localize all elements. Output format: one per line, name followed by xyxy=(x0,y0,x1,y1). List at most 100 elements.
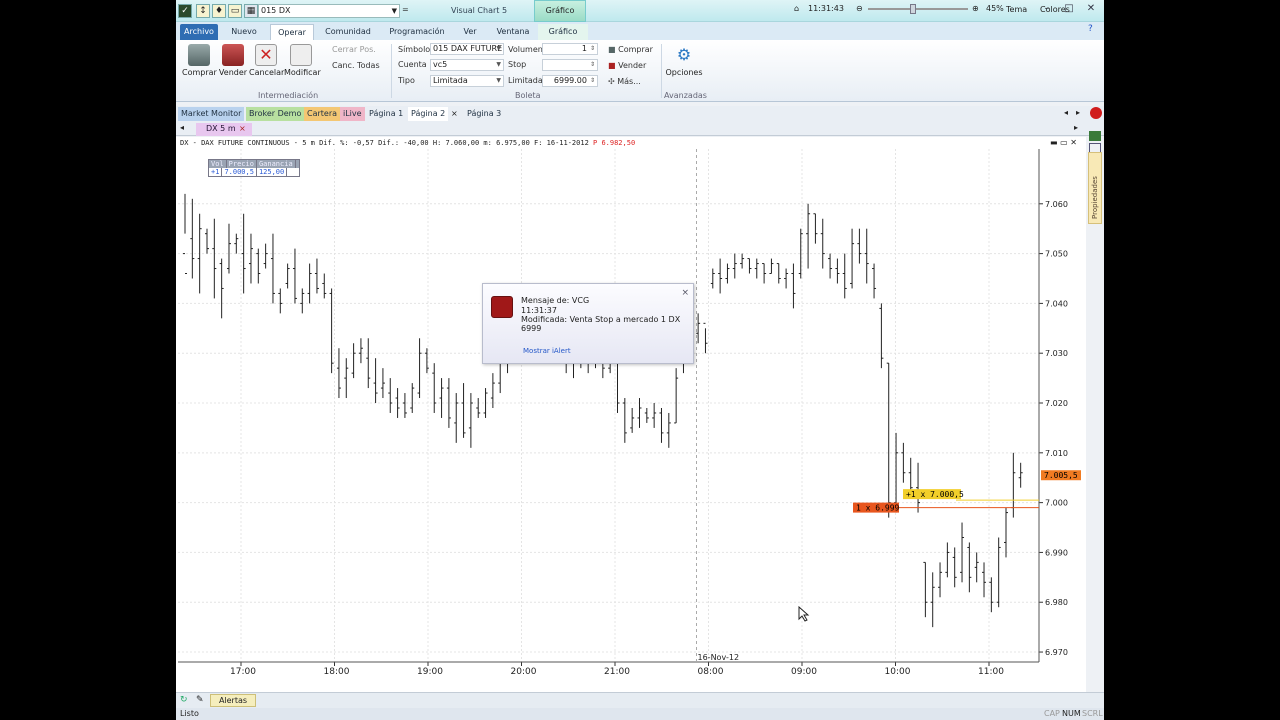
vender-button[interactable]: Vender xyxy=(216,44,250,86)
folder-icon[interactable]: ▭ xyxy=(228,4,242,18)
opciones-label: Opciones xyxy=(665,68,703,77)
vender-label: Vender xyxy=(218,68,248,77)
ws-tab-broker-demo[interactable]: Broker Demo xyxy=(246,107,305,121)
scroll-right-icon[interactable]: ▸ xyxy=(1076,108,1080,117)
close-button[interactable]: ✕ xyxy=(1080,2,1102,16)
status-text: Listo xyxy=(180,709,199,718)
chart-tabs-right-icon[interactable]: ▸ xyxy=(1074,123,1078,132)
spinner-icon[interactable]: ⇕ xyxy=(590,44,595,54)
zoom-in-icon[interactable]: ⊕ xyxy=(972,4,979,13)
last-price-tag[interactable]: 7.005,5 xyxy=(1044,471,1078,480)
simbolo-field[interactable]: 015 DAX FUTURE ▼ xyxy=(430,43,504,55)
opciones-button[interactable]: ⚙ Opciones xyxy=(664,44,704,86)
scroll-left-icon[interactable]: ◂ xyxy=(1064,108,1068,117)
more-icon: ✣ xyxy=(608,77,615,86)
tema-menu[interactable]: Tema xyxy=(1006,5,1027,14)
tab-programacion[interactable]: Programación xyxy=(384,24,450,40)
group-boleta: Boleta xyxy=(515,91,541,100)
tipo-field[interactable]: Limitada ▼ xyxy=(430,75,504,87)
ws-tab-pagina-2[interactable]: Página 2 xyxy=(408,107,449,121)
stop-field[interactable]: ⇕ xyxy=(542,59,598,71)
sell-icon: ■ xyxy=(608,61,616,70)
customize-icon[interactable]: = xyxy=(402,5,409,14)
mostrar-ialert-link[interactable]: Mostrar iAlert xyxy=(523,347,571,355)
symbol-combo[interactable]: 015 DX ▼ xyxy=(258,4,400,18)
price-chart[interactable]: 17:00 18:00 19:00 20:00 21:00 08:00 09:00 10:00… xyxy=(176,137,1086,692)
ws-tab-market-monitor[interactable]: Market Monitor xyxy=(178,107,245,121)
canc-todas-button[interactable]: Canc. Todas xyxy=(332,61,380,70)
ribbon-tabs: Archivo Nuevo Operar Comunidad Programac… xyxy=(176,4,1104,40)
ws-tab-ilive[interactable]: iLive xyxy=(340,107,365,121)
popup-close-button[interactable]: × xyxy=(681,288,689,298)
app-logo-icon[interactable]: ✓ xyxy=(178,4,192,18)
ws-tab-pagina-1[interactable]: Página 1 xyxy=(366,107,406,121)
chart-window-buttons[interactable]: ▬ ▭ ✕ xyxy=(1050,138,1077,147)
ws-tab-pagina-3[interactable]: Página 3 xyxy=(464,107,504,121)
spinner-icon[interactable]: ⇕ xyxy=(590,60,595,70)
chart-header: DX - DAX FUTURE CONTINUOUS - 5 m Dif. %:… xyxy=(180,139,635,147)
tab-ver[interactable]: Ver xyxy=(456,24,484,40)
chevron-down-icon: ▼ xyxy=(391,7,397,15)
comprar-button[interactable]: Comprar xyxy=(182,44,217,86)
sort-icon[interactable]: ↕ xyxy=(196,4,210,18)
zoom-out-icon[interactable]: ⊖ xyxy=(856,4,863,13)
ialert-popup: × Mensaje de: VCG 11:31:37 Modificada: V… xyxy=(482,283,694,364)
bulb-icon[interactable]: ♦ xyxy=(212,4,226,18)
sell-order-tag[interactable]: 1 x 6.999 xyxy=(856,504,900,513)
grid-icon[interactable]: ▦ xyxy=(244,4,258,18)
popup-time: 11:31:37 xyxy=(521,306,557,315)
close-tab-icon[interactable]: × xyxy=(451,109,458,118)
symbol-combo-value: 015 DX xyxy=(261,6,291,15)
spinner-icon[interactable]: ⇕ xyxy=(590,76,595,86)
tab-archivo[interactable]: Archivo xyxy=(180,24,218,40)
last-price-label: P xyxy=(593,139,598,147)
boleta-mas-label: Más... xyxy=(617,77,641,86)
boleta-vender-button[interactable]: ■ Vender xyxy=(608,61,646,70)
panel-pin-icon[interactable] xyxy=(1089,131,1101,141)
popup-from: Mensaje de: VCG xyxy=(521,296,590,305)
help-icon[interactable]: ? xyxy=(1088,24,1093,34)
zoom-slider[interactable] xyxy=(868,4,968,14)
position-box-header: Vol Precio Ganancia xyxy=(209,160,299,168)
boleta-mas-button[interactable]: ✣ Más... xyxy=(608,77,641,86)
modificar-label: Modificar xyxy=(284,68,321,77)
tab-ventana[interactable]: Ventana xyxy=(490,24,536,40)
chart-tabs-left-icon[interactable]: ◂ xyxy=(180,123,184,132)
chevron-down-icon: ▼ xyxy=(496,77,501,84)
modificar-button[interactable]: Modificar xyxy=(284,44,321,86)
record-icon[interactable] xyxy=(1090,107,1102,119)
cerrar-pos-button[interactable]: Cerrar Pos. xyxy=(332,45,376,54)
volumen-field[interactable]: 1 ⇕ xyxy=(542,43,598,55)
tab-grafico[interactable]: Gráfico xyxy=(538,24,588,40)
zoom-level: 45% xyxy=(986,4,1004,13)
buy-order-tag[interactable]: +1 x 7.000,5 xyxy=(906,490,964,499)
y-tick-label: 6.980 xyxy=(1045,598,1068,607)
cuenta-label: Cuenta xyxy=(398,60,427,69)
chart-canvas[interactable]: 17:00 18:00 19:00 20:00 21:00 08:00 09:00 10:00… xyxy=(176,137,1086,692)
chart-header-text: DX - DAX FUTURE CONTINUOUS - 5 m Dif. %:… xyxy=(180,139,589,147)
boleta-vender-label: Vender xyxy=(618,61,647,70)
cuenta-field[interactable]: vc5 ▼ xyxy=(430,59,504,71)
tab-comunidad[interactable]: Comunidad xyxy=(320,24,376,40)
propiedades-tab[interactable]: Propiedades xyxy=(1088,152,1102,224)
boleta-comprar-button[interactable]: ■ Comprar xyxy=(608,45,653,54)
ws-tab-cartera[interactable]: Cartera xyxy=(304,107,341,121)
bell-icon[interactable]: ✎ xyxy=(196,695,204,705)
position-ganancia: 125,00 xyxy=(257,168,288,176)
x-tick-label: 20:00 xyxy=(511,667,537,677)
position-box: Vol Precio Ganancia +1 7.000,5 125,00 xyxy=(208,159,300,177)
refresh-icon[interactable]: ↻ xyxy=(180,695,188,705)
tab-nuevo[interactable]: Nuevo xyxy=(226,24,262,40)
group-avanzadas: Avanzadas xyxy=(664,91,707,100)
x-tick-label: 11:00 xyxy=(978,667,1004,677)
chart-tab-label: DX 5 m xyxy=(206,124,236,133)
tab-operar[interactable]: Operar xyxy=(270,24,314,40)
close-chart-tab-icon[interactable]: × xyxy=(239,124,246,133)
zoom-slider-thumb[interactable] xyxy=(910,4,916,14)
cancelar-button[interactable]: ✕ Cancelar xyxy=(249,44,284,86)
colores-menu[interactable]: Colores xyxy=(1040,5,1070,14)
context-tab-grafico[interactable]: Gráfico xyxy=(534,0,586,22)
limitada-field[interactable]: 6999.00 ⇕ xyxy=(542,75,598,87)
volumen-label: Volumen xyxy=(508,45,543,54)
alertas-tab[interactable]: Alertas xyxy=(210,694,256,707)
